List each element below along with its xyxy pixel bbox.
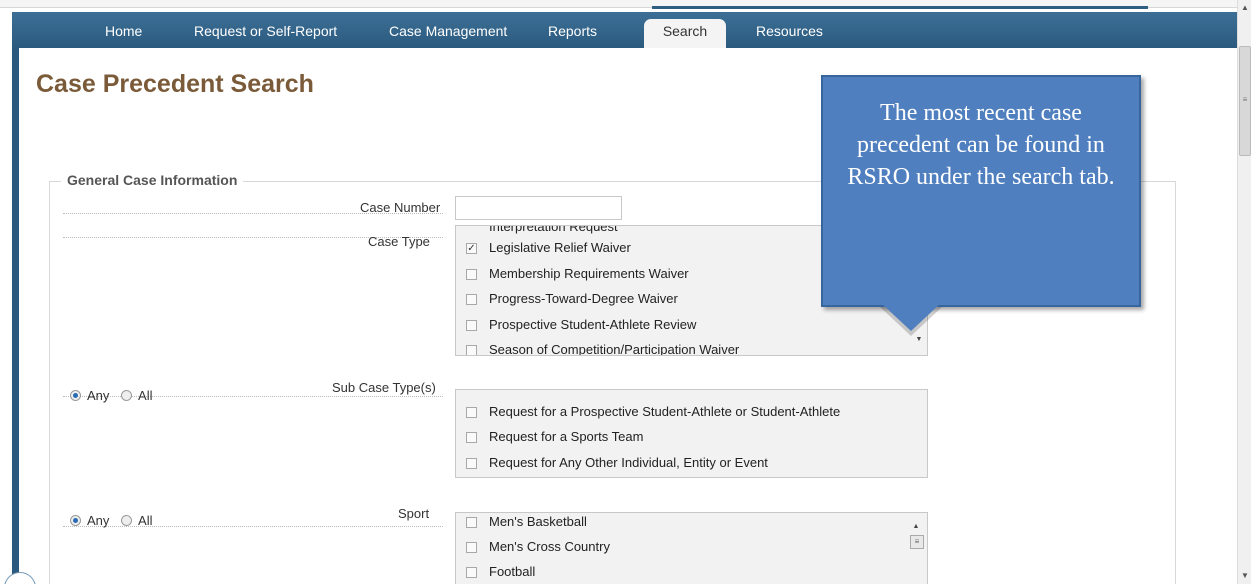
option-label: Men's Basketball <box>489 514 587 529</box>
option-label: Request for a Prospective Student-Athlet… <box>489 404 841 419</box>
case-number-label: Case Number <box>360 200 441 215</box>
top-bar: Home Request or Self-Report Case Managem… <box>0 0 1237 48</box>
option-label: Legislative Relief Waiver <box>489 240 631 255</box>
checkbox[interactable] <box>466 432 477 443</box>
main-nav: Home Request or Self-Report Case Managem… <box>12 12 1237 48</box>
case-number-input[interactable] <box>455 196 622 220</box>
sport-list[interactable]: Men's Basketball Men's Cross Country Foo… <box>455 512 928 584</box>
corner-icon <box>4 572 36 584</box>
checkbox[interactable] <box>466 345 477 355</box>
scroll-thumb[interactable]: ≡ <box>910 535 924 549</box>
callout-pointer <box>881 303 941 331</box>
left-border <box>12 48 19 584</box>
option-label: Prospective Student-Athlete Review <box>489 317 697 332</box>
option-label: Interpretation Request <box>489 225 618 234</box>
sport-label: Sport <box>398 506 430 521</box>
page-title: Case Precedent Search <box>36 70 314 98</box>
sub-case-type-list[interactable]: Request for a Prospective Student-Athlet… <box>455 389 928 478</box>
option-label: Membership Requirements Waiver <box>489 266 689 281</box>
checkbox[interactable] <box>466 269 477 280</box>
sub-case-type-label: Sub Case Type(s) <box>332 380 436 395</box>
case-type-label: Case Type <box>368 234 430 249</box>
checkbox[interactable] <box>466 294 477 305</box>
option-label: Football <box>489 564 536 579</box>
checkbox-checked[interactable]: ✓ <box>466 243 477 254</box>
nav-request-self-report[interactable]: Request or Self-Report <box>194 12 337 48</box>
checkbox[interactable] <box>466 407 477 418</box>
sport-scrollbar[interactable]: ▲ ≡ <box>908 513 924 584</box>
checkbox[interactable] <box>466 458 477 469</box>
nav-search[interactable]: Search <box>644 19 726 48</box>
option-label: Request for Any Other Individual, Entity… <box>489 455 768 470</box>
option-label: Season of Competition/Participation Waiv… <box>489 342 740 356</box>
accent-line <box>652 6 1148 9</box>
checkbox[interactable] <box>466 542 477 553</box>
checkbox[interactable] <box>466 517 477 528</box>
scroll-up-icon[interactable]: ▲ <box>1238 0 1251 16</box>
option-label: Men's Cross Country <box>489 539 610 554</box>
fieldset-legend: General Case Information <box>61 172 244 188</box>
checkbox[interactable] <box>466 320 477 331</box>
page-scrollbar[interactable]: ▲ ≡ ▼ <box>1237 0 1251 584</box>
option-label: Request for a Sports Team <box>489 429 644 444</box>
chevron-up-icon[interactable]: ▲ <box>908 521 924 533</box>
sub-case-match-radios: Any All <box>70 388 160 403</box>
callout-box: The most recent case precedent can be fo… <box>821 75 1141 307</box>
radio-all[interactable] <box>121 515 133 526</box>
callout-text: The most recent case precedent can be fo… <box>847 100 1115 190</box>
checkbox[interactable] <box>466 567 477 578</box>
radio-all[interactable] <box>121 390 133 401</box>
scroll-thumb[interactable]: ≡ <box>1239 46 1251 156</box>
nav-resources[interactable]: Resources <box>756 12 823 48</box>
nav-reports[interactable]: Reports <box>548 12 597 48</box>
sport-match-radios: Any All <box>70 513 160 528</box>
nav-case-management[interactable]: Case Management <box>389 12 507 48</box>
option-label: Progress-Toward-Degree Waiver <box>489 291 678 306</box>
scroll-down-icon[interactable]: ▼ <box>1238 568 1251 584</box>
nav-home[interactable]: Home <box>105 12 142 48</box>
radio-any[interactable] <box>70 515 81 526</box>
radio-any[interactable] <box>70 390 81 401</box>
